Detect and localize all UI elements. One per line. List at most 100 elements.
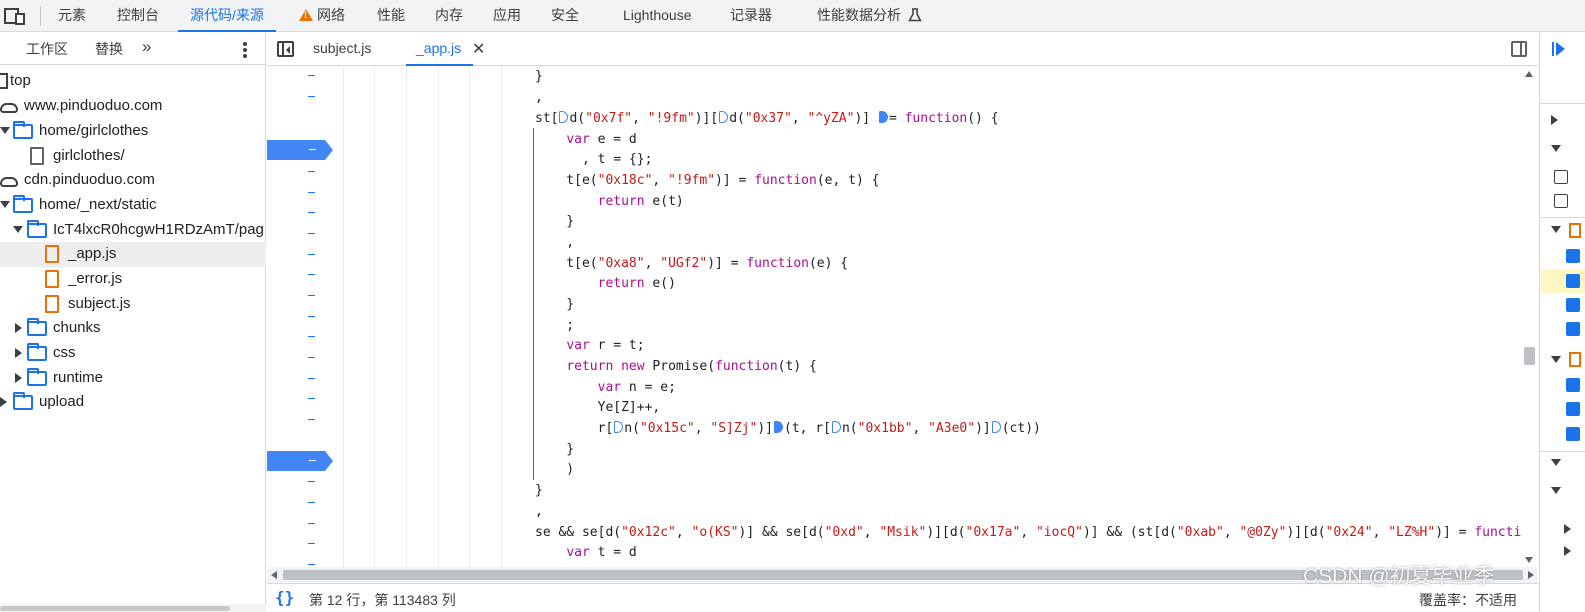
collapse-arrow-icon[interactable] — [0, 397, 7, 407]
tree-item-folder[interactable]: css — [0, 341, 266, 366]
breakpoint-checkbox[interactable] — [1566, 249, 1580, 263]
navigator-horizontal-scrollbar[interactable] — [0, 604, 266, 612]
code-line: var t = d — [566, 545, 637, 560]
tab-lighthouse[interactable]: Lighthouse — [623, 0, 692, 32]
code-line: , — [535, 504, 543, 519]
tree-item-file[interactable]: girlclothes/ — [0, 144, 266, 169]
more-tabs-icon[interactable]: » — [142, 37, 152, 57]
tab-console[interactable]: 控制台 — [117, 0, 159, 32]
scroll-right-icon[interactable] — [1528, 571, 1534, 579]
inline-breakpoint-icon[interactable] — [559, 111, 569, 123]
tab-performance-insights[interactable]: 性能数据分析 — [817, 0, 922, 32]
toggle-navigator-icon[interactable] — [277, 41, 294, 57]
tab-overrides[interactable]: 替换 — [95, 39, 123, 59]
tree-item-folder[interactable]: IcT4lxcR0hcgwH1RDzAmT/pag — [0, 218, 266, 243]
scroll-left-icon[interactable] — [271, 571, 277, 579]
tree-item-file[interactable]: subject.js — [0, 292, 266, 317]
tree-item-folder[interactable]: upload — [0, 390, 266, 415]
close-icon[interactable]: ✕ — [472, 39, 485, 59]
tree-item-origin[interactable]: cdn.pinduoduo.com — [0, 168, 266, 193]
tree-item-folder[interactable]: home/girlclothes — [0, 119, 266, 144]
js-file-icon — [1569, 352, 1581, 367]
code-line: var r = t; — [566, 338, 645, 353]
collapse-arrow-icon[interactable] — [15, 373, 22, 383]
tab-security[interactable]: 安全 — [551, 0, 579, 32]
tree-item-label: chunks — [53, 319, 101, 336]
checkbox[interactable] — [1554, 170, 1568, 184]
editor-tab-app[interactable]: _app.js — [405, 33, 474, 66]
folder-icon — [13, 195, 33, 213]
tree-item-folder[interactable]: runtime — [0, 366, 266, 391]
tree-item-file-selected[interactable]: _app.js — [0, 242, 266, 267]
tab-application[interactable]: 应用 — [493, 0, 521, 32]
sidebar-divider — [1540, 103, 1585, 104]
code-line: } — [535, 442, 575, 457]
tab-performance[interactable]: 性能 — [377, 0, 405, 32]
collapse-arrow-icon[interactable] — [1564, 546, 1571, 556]
inline-breakpoint-icon[interactable] — [614, 421, 624, 433]
folder-icon — [27, 368, 47, 386]
breakpoint-checkbox[interactable] — [1566, 427, 1580, 441]
tree-item-origin[interactable]: www.pinduoduo.com — [0, 94, 266, 119]
code-line: , — [535, 90, 543, 105]
expand-arrow-icon[interactable] — [1551, 487, 1561, 494]
editor-tab-subject[interactable]: subject.js — [313, 33, 371, 66]
flask-icon — [908, 8, 922, 22]
file-navigator: 工作区 替换 » top www.pinduoduo.com home/girl… — [0, 33, 266, 612]
coverage-status: 覆盖率：不适用 — [1419, 592, 1517, 608]
tree-item-folder[interactable]: chunks — [0, 316, 266, 341]
code-content[interactable]: } , st[d("0x7f", "!9fm")][d("0x37", "^yZ… — [267, 67, 1521, 567]
more-options-icon[interactable] — [243, 42, 247, 58]
tree-item-label: girlclothes/ — [53, 147, 125, 164]
inline-breakpoint-icon[interactable] — [719, 111, 729, 123]
breakpoint-checkbox[interactable] — [1566, 274, 1580, 288]
code-line: var n = e; — [597, 380, 676, 395]
collapse-arrow-icon[interactable] — [1564, 524, 1571, 534]
tree-item-label: cdn.pinduoduo.com — [24, 171, 155, 188]
tree-item-label: www.pinduoduo.com — [24, 97, 163, 114]
resume-icon[interactable] — [1552, 41, 1566, 57]
collapse-arrow-icon[interactable] — [15, 323, 22, 333]
tab-memory[interactable]: 内存 — [435, 0, 463, 32]
device-toolbar-icon[interactable] — [4, 6, 26, 26]
tab-elements[interactable]: 元素 — [58, 0, 86, 32]
toggle-debugger-icon[interactable] — [1511, 41, 1527, 57]
tab-network[interactable]: 网络 — [299, 0, 345, 32]
tree-item-label: IcT4lxcR0hcgwH1RDzAmT/pag — [53, 221, 264, 238]
code-line: r[n("0x15c", "S]Zj")] (t, r[n("0x1bb", "A… — [535, 421, 1041, 436]
pretty-print-icon[interactable]: {} — [275, 588, 294, 607]
expand-arrow-icon[interactable] — [0, 201, 10, 208]
expand-arrow-icon[interactable] — [13, 226, 23, 233]
scroll-up-icon[interactable] — [1525, 71, 1533, 77]
tree-item-label: subject.js — [68, 295, 131, 312]
editor-vertical-scrollbar[interactable] — [1521, 67, 1538, 567]
inline-breakpoint-active-icon[interactable] — [878, 111, 888, 123]
inline-breakpoint-icon[interactable] — [831, 421, 841, 433]
expand-arrow-icon[interactable] — [1551, 356, 1561, 363]
cursor-position: 第 12 行，第 113483 列 — [309, 592, 456, 608]
breakpoint-checkbox[interactable] — [1566, 298, 1580, 312]
tab-workspace[interactable]: 工作区 — [26, 39, 68, 59]
watermark: CSDN @初夏毕业季 — [1303, 565, 1495, 588]
expand-arrow-icon[interactable] — [1551, 226, 1561, 233]
tree-item-file[interactable]: _error.js — [0, 267, 266, 292]
breakpoint-checkbox[interactable] — [1566, 322, 1580, 336]
expand-arrow-icon[interactable] — [0, 127, 10, 134]
code-line: } — [535, 483, 543, 498]
expand-arrow-icon[interactable] — [1551, 459, 1561, 466]
tab-recorder[interactable]: 记录器 — [730, 0, 772, 32]
folder-icon — [13, 121, 33, 139]
collapse-arrow-icon[interactable] — [15, 348, 22, 358]
expand-arrow-icon[interactable] — [1551, 145, 1561, 152]
inline-breakpoint-active-icon[interactable] — [774, 421, 784, 433]
breakpoint-checkbox[interactable] — [1566, 402, 1580, 416]
breakpoint-checkbox[interactable] — [1566, 378, 1580, 392]
inline-breakpoint-icon[interactable] — [991, 421, 1001, 433]
tab-sources[interactable]: 源代码/来源 — [178, 0, 276, 32]
tree-item-top[interactable]: top — [0, 69, 266, 94]
scroll-thumb[interactable] — [1524, 347, 1535, 365]
collapse-arrow-icon[interactable] — [1551, 115, 1558, 125]
scroll-down-icon[interactable] — [1525, 557, 1533, 563]
tree-item-folder[interactable]: home/_next/static — [0, 193, 266, 218]
checkbox[interactable] — [1554, 194, 1568, 208]
